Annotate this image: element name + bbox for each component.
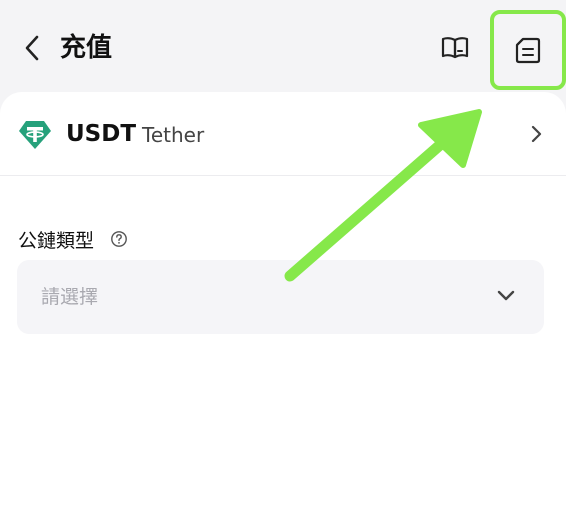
network-select[interactable]: 請選擇 <box>17 260 544 334</box>
network-label: 公鏈類型 <box>18 230 95 252</box>
back-button[interactable] <box>18 30 46 66</box>
deposit-card: USDT Tether 公鏈類型 請選擇 <box>0 92 566 520</box>
question-circle-icon[interactable] <box>110 230 128 248</box>
coin-selector-row[interactable]: USDT Tether <box>0 92 566 176</box>
tether-icon <box>19 121 51 149</box>
records-button[interactable] <box>490 10 566 90</box>
book-icon <box>441 37 469 59</box>
chevron-down-icon <box>497 290 515 301</box>
chevron-right-icon <box>531 125 542 143</box>
select-placeholder: 請選擇 <box>41 286 99 308</box>
coin-name: Tether <box>142 123 205 147</box>
guide-button[interactable] <box>439 33 471 63</box>
document-icon <box>515 37 541 64</box>
coin-symbol: USDT <box>66 121 137 147</box>
page-title: 充值 <box>60 33 113 63</box>
chevron-left-icon <box>25 35 39 61</box>
top-bar: 充值 <box>0 0 566 96</box>
